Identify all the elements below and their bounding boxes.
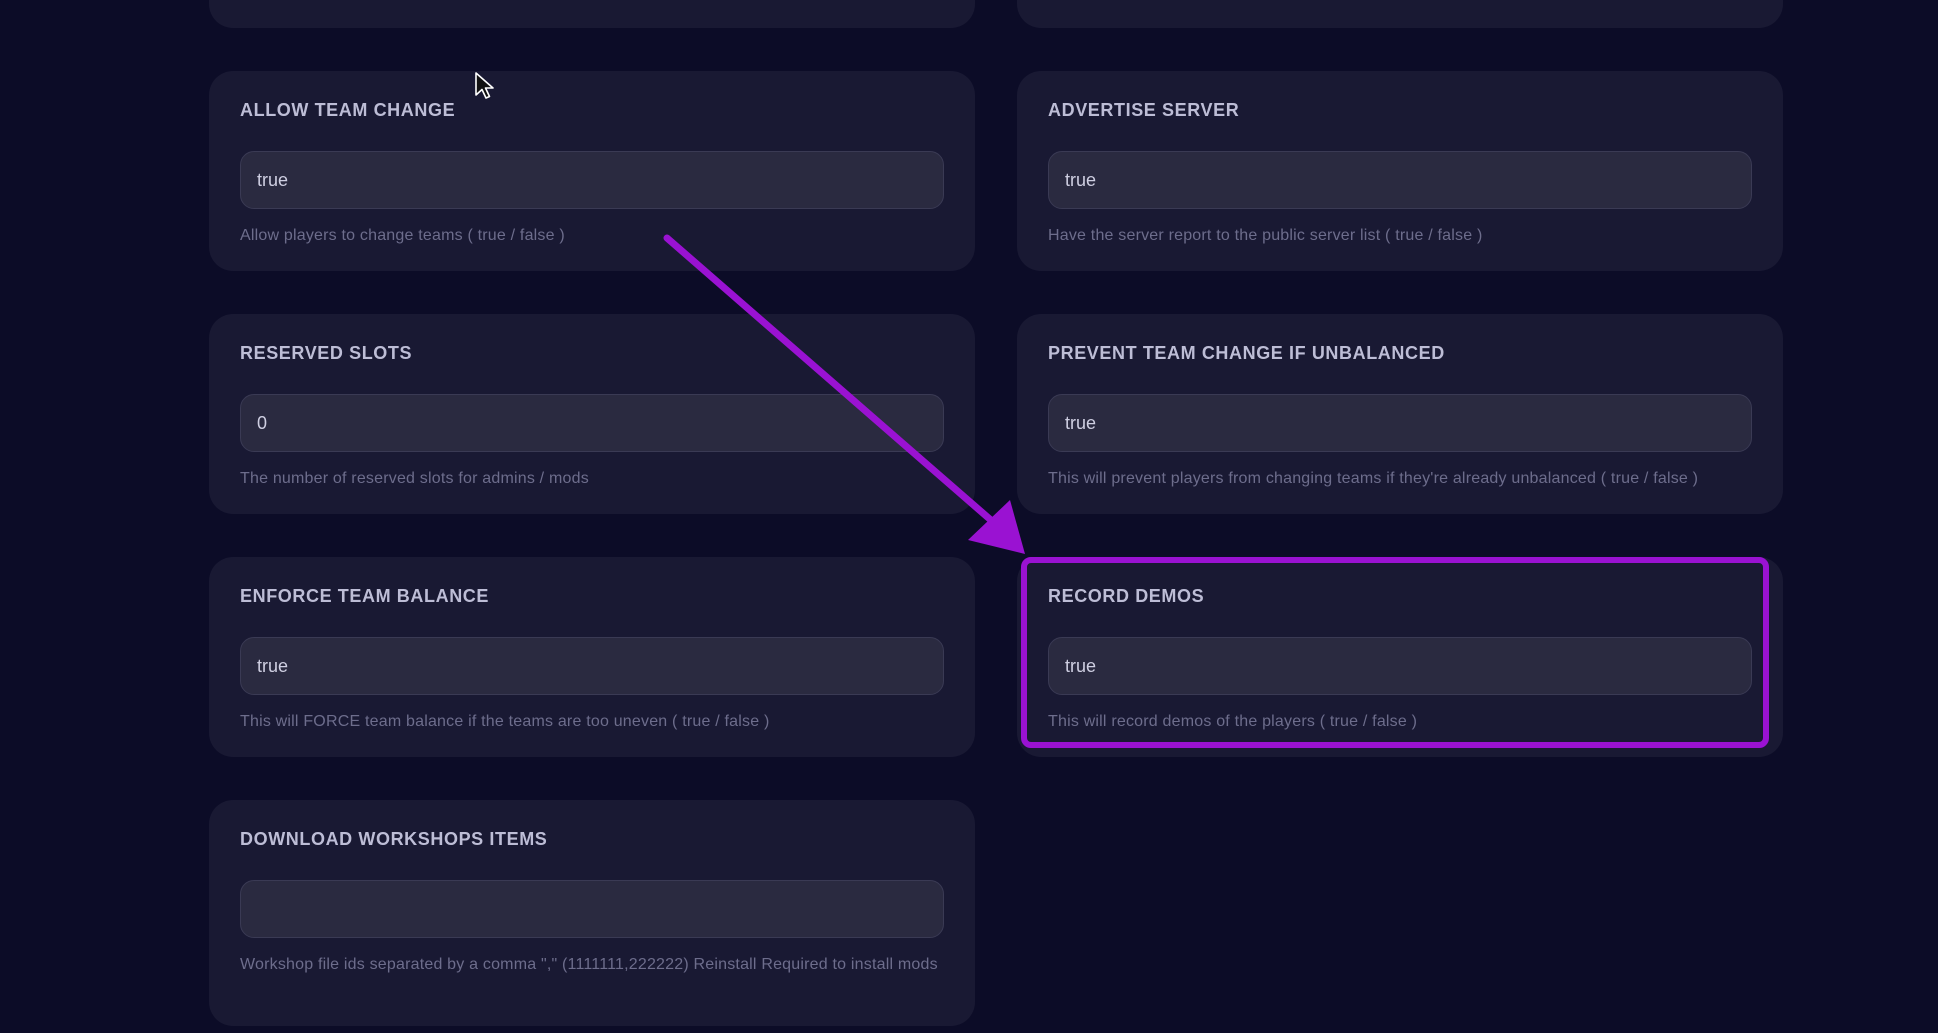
advertise-server-card: ADVERTISE SERVER Have the server report … bbox=[1017, 71, 1783, 271]
record-demos-label: RECORD DEMOS bbox=[1048, 586, 1205, 606]
download-workshop-items-input[interactable] bbox=[240, 880, 944, 938]
record-demos-card: RECORD DEMOS This will record demos of t… bbox=[1017, 557, 1783, 757]
advertise-server-label: ADVERTISE SERVER bbox=[1048, 100, 1240, 120]
enforce-team-balance-label: ENFORCE TEAM BALANCE bbox=[240, 586, 489, 606]
enforce-team-balance-input[interactable] bbox=[240, 637, 944, 695]
reserved-slots-card: RESERVED SLOTS The number of reserved sl… bbox=[209, 314, 975, 514]
download-workshop-items-label: DOWNLOAD WORKSHOPS ITEMS bbox=[240, 829, 548, 849]
advertise-server-help: Have the server report to the public ser… bbox=[1048, 227, 1483, 244]
record-demos-help: This will record demos of the players ( … bbox=[1048, 713, 1418, 730]
prevent-team-change-card: PREVENT TEAM CHANGE IF UNBALANCED This w… bbox=[1017, 314, 1783, 514]
settings-card-partial-right bbox=[1017, 0, 1783, 28]
prevent-team-change-help: This will prevent players from changing … bbox=[1048, 470, 1699, 487]
allow-team-change-card: ALLOW TEAM CHANGE Allow players to chang… bbox=[209, 71, 975, 271]
allow-team-change-input[interactable] bbox=[240, 151, 944, 209]
enforce-team-balance-help: This will FORCE team balance if the team… bbox=[240, 713, 770, 730]
allow-team-change-label: ALLOW TEAM CHANGE bbox=[240, 100, 456, 120]
advertise-server-input[interactable] bbox=[1048, 151, 1752, 209]
reserved-slots-help: The number of reserved slots for admins … bbox=[240, 470, 589, 487]
server-settings-page: ALLOW TEAM CHANGE Allow players to chang… bbox=[0, 0, 1938, 1033]
download-workshop-items-help: Workshop file ids separated by a comma "… bbox=[240, 956, 938, 973]
allow-team-change-help: Allow players to change teams ( true / f… bbox=[240, 227, 565, 244]
download-workshop-items-card: DOWNLOAD WORKSHOPS ITEMS Workshop file i… bbox=[209, 800, 975, 1026]
reserved-slots-label: RESERVED SLOTS bbox=[240, 343, 413, 363]
record-demos-input[interactable] bbox=[1048, 637, 1752, 695]
prevent-team-change-label: PREVENT TEAM CHANGE IF UNBALANCED bbox=[1048, 343, 1445, 363]
enforce-team-balance-card: ENFORCE TEAM BALANCE This will FORCE tea… bbox=[209, 557, 975, 757]
settings-card-partial-left bbox=[209, 0, 975, 28]
prevent-team-change-input[interactable] bbox=[1048, 394, 1752, 452]
reserved-slots-input[interactable] bbox=[240, 394, 944, 452]
